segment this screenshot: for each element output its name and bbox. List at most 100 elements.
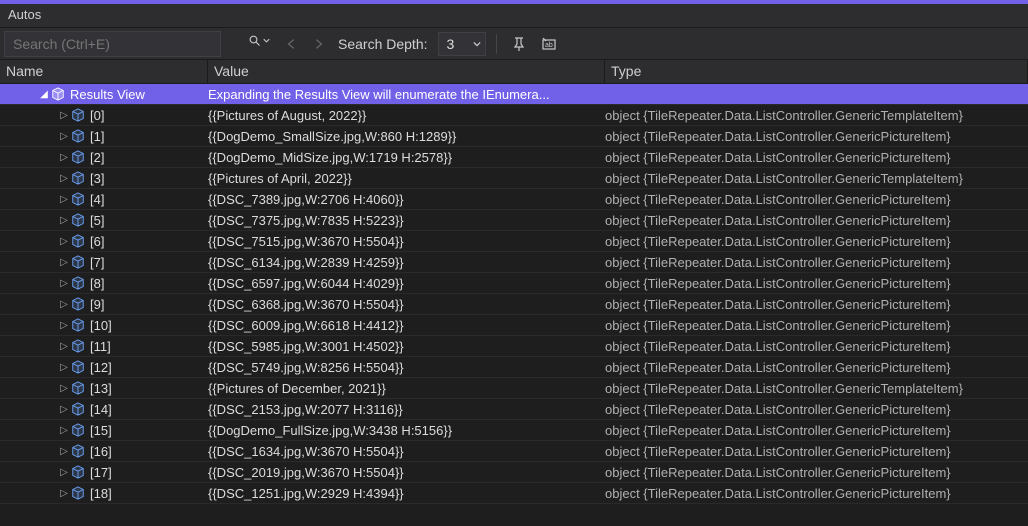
svg-text:ab: ab [545, 42, 553, 49]
toolbar: Search Depth: 3 ab [0, 28, 1028, 60]
row-name: [4] [90, 192, 104, 207]
row-value: {{DSC_7515.jpg,W:3670 H:5504}} [208, 234, 605, 249]
row-type: object {TileRepeater.Data.ListController… [605, 297, 1028, 312]
expand-toggle[interactable]: ▷ [58, 152, 70, 163]
expand-toggle[interactable]: ▷ [58, 236, 70, 247]
object-icon [70, 149, 86, 165]
row-value: {{DSC_6134.jpg,W:2839 H:4259}} [208, 255, 605, 270]
row-type: object {TileRepeater.Data.ListController… [605, 213, 1028, 228]
expand-toggle[interactable]: ▷ [58, 278, 70, 289]
row-value: {{Pictures of August, 2022}} [208, 108, 605, 123]
expand-toggle[interactable]: ▷ [58, 446, 70, 457]
search-wrap [4, 31, 276, 57]
search-depth-combo[interactable]: 3 [438, 32, 486, 56]
expand-toggle[interactable]: ▷ [58, 467, 70, 478]
tree-row[interactable]: ▷ [16] {{DSC_1634.jpg,W:3670 H:5504}}objec… [0, 441, 1028, 462]
row-type: object {TileRepeater.Data.ListController… [605, 150, 1028, 165]
expand-toggle[interactable]: ▷ [58, 257, 70, 268]
tree-row[interactable]: ▷ [5] {{DSC_7375.jpg,W:7835 H:5223}}object… [0, 210, 1028, 231]
tree-row[interactable]: ▷[12]{{DSC_5749.jpg,W:8256 H:5504}}objec… [0, 357, 1028, 378]
tree-row[interactable]: ▷[10]{{DSC_6009.jpg,W:6618 H:4412}}objec… [0, 315, 1028, 336]
row-name: [12] [90, 360, 112, 375]
tree-row[interactable]: ▷[13]{{Pictures of December, 2021}}objec… [0, 378, 1028, 399]
expand-toggle[interactable]: ▷ [58, 404, 70, 415]
row-value: {{DSC_2019.jpg,W:3670 H:5504}} [208, 465, 605, 480]
tree-row[interactable]: ▷ [15] {{DogDemo_FullSize.jpg,W:3438 H:515… [0, 420, 1028, 441]
row-type: object {TileRepeater.Data.ListController… [605, 423, 1028, 438]
toolbar-pin-button[interactable] [507, 32, 531, 56]
row-value: {{DSC_7375.jpg,W:7835 H:5223}} [208, 213, 605, 228]
expand-toggle[interactable]: ▷ [58, 194, 70, 205]
row-type: object {TileRepeater.Data.ListController… [605, 129, 1028, 144]
expand-toggle[interactable]: ▷ [58, 488, 70, 499]
expand-toggle[interactable]: ◢ [38, 89, 50, 100]
search-next-button[interactable] [308, 34, 328, 54]
row-value: Expanding the Results View will enumerat… [208, 87, 605, 102]
tree-row[interactable]: ▷[17]{{DSC_2019.jpg,W:3670 H:5504}}objec… [0, 462, 1028, 483]
object-icon [70, 128, 86, 144]
object-icon [70, 254, 86, 270]
column-header-type[interactable]: Type [605, 60, 1028, 83]
row-name: [15] [90, 423, 112, 438]
row-name: [17] [90, 465, 112, 480]
expand-toggle[interactable]: ▷ [58, 320, 70, 331]
object-icon [70, 485, 86, 501]
row-name: [2] [90, 150, 104, 165]
row-value: {{DSC_5985.jpg,W:3001 H:4502}} [208, 339, 605, 354]
row-value: {{DogDemo_FullSize.jpg,W:3438 H:5156}} [208, 423, 605, 438]
tree-row[interactable]: ▷ [0] {{Pictures of August, 2022}}object {… [0, 105, 1028, 126]
expand-toggle[interactable]: ▷ [58, 362, 70, 373]
row-type: object {TileRepeater.Data.ListController… [605, 339, 1028, 354]
tree-row-results-view[interactable]: ◢Results ViewExpanding the Results View … [0, 84, 1028, 105]
object-icon [70, 191, 86, 207]
tree-row[interactable]: ▷[3]{{Pictures of April, 2022}}object {T… [0, 168, 1028, 189]
row-value: {{DogDemo_MidSize.jpg,W:1719 H:2578}} [208, 150, 605, 165]
tree-row[interactable]: ▷[14]{{DSC_2153.jpg,W:2077 H:3116}}objec… [0, 399, 1028, 420]
tree-row[interactable]: ▷[9]{{DSC_6368.jpg,W:3670 H:5504}}object… [0, 294, 1028, 315]
tree-row[interactable]: ▷ [2] {{DogDemo_MidSize.jpg,W:1719 H:2578}… [0, 147, 1028, 168]
row-value: {{DSC_7389.jpg,W:2706 H:4060}} [208, 192, 605, 207]
row-name: [3] [90, 171, 104, 186]
expand-toggle[interactable]: ▷ [58, 173, 70, 184]
tree-row[interactable]: ▷[6]{{DSC_7515.jpg,W:3670 H:5504}}object… [0, 231, 1028, 252]
column-header-name[interactable]: Name [0, 60, 208, 83]
expand-toggle[interactable]: ▷ [58, 425, 70, 436]
row-value: {{DSC_6368.jpg,W:3670 H:5504}} [208, 297, 605, 312]
tree-row[interactable]: ▷[4]{{DSC_7389.jpg,W:2706 H:4060}}object… [0, 189, 1028, 210]
row-type: object {TileRepeater.Data.ListController… [605, 444, 1028, 459]
panel-title: Autos [0, 4, 1028, 28]
search-depth-value: 3 [447, 36, 455, 52]
row-name: [16] [90, 444, 112, 459]
search-prev-button[interactable] [282, 34, 302, 54]
row-value: {{DSC_1634.jpg,W:3670 H:5504}} [208, 444, 605, 459]
row-value: {{DSC_2153.jpg,W:2077 H:3116}} [208, 402, 605, 417]
row-name: [5] [90, 213, 104, 228]
search-depth-label: Search Depth: [338, 36, 428, 52]
expand-toggle[interactable]: ▷ [58, 341, 70, 352]
object-icon [70, 338, 86, 354]
toolbar-highlight-button[interactable]: ab [537, 32, 561, 56]
expand-toggle[interactable]: ▷ [58, 110, 70, 121]
row-type: object {TileRepeater.Data.ListController… [605, 486, 1028, 501]
row-type: object {TileRepeater.Data.ListController… [605, 108, 1028, 123]
row-type: object {TileRepeater.Data.ListController… [605, 360, 1028, 375]
object-icon [70, 317, 86, 333]
expand-toggle[interactable]: ▷ [58, 131, 70, 142]
row-name: [0] [90, 108, 104, 123]
row-name: [18] [90, 486, 112, 501]
search-icon[interactable] [249, 35, 270, 47]
tree-row[interactable]: ▷[11]{{DSC_5985.jpg,W:3001 H:4502}}objec… [0, 336, 1028, 357]
search-input[interactable] [4, 31, 221, 57]
tree-row[interactable]: ▷[7]{{DSC_6134.jpg,W:2839 H:4259}}object… [0, 252, 1028, 273]
expand-toggle[interactable]: ▷ [58, 215, 70, 226]
expand-toggle[interactable]: ▷ [58, 299, 70, 310]
variable-grid: Name Value Type ◢Results ViewExpanding t… [0, 60, 1028, 526]
row-type: object {TileRepeater.Data.ListController… [605, 234, 1028, 249]
row-type: object {TileRepeater.Data.ListController… [605, 171, 1028, 186]
tree-row[interactable]: ▷[8]{{DSC_6597.jpg,W:6044 H:4029}}object… [0, 273, 1028, 294]
column-header-value[interactable]: Value [208, 60, 605, 83]
row-value: {{DSC_6009.jpg,W:6618 H:4412}} [208, 318, 605, 333]
tree-row[interactable]: ▷[1]{{DogDemo_SmallSize.jpg,W:860 H:1289… [0, 126, 1028, 147]
tree-row[interactable]: ▷[18]{{DSC_1251.jpg,W:2929 H:4394}}objec… [0, 483, 1028, 504]
expand-toggle[interactable]: ▷ [58, 383, 70, 394]
